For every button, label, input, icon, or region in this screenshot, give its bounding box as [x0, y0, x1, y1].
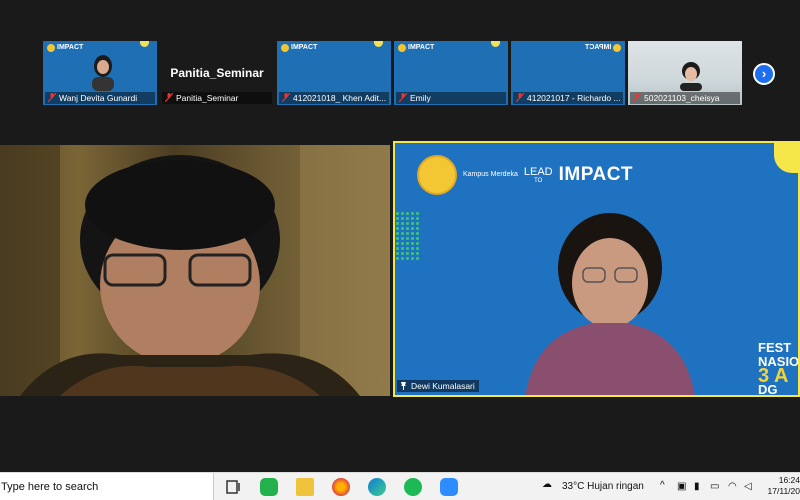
microphone-icon[interactable]: ▮ — [694, 481, 700, 492]
next-page-chevron-icon[interactable]: › — [753, 63, 775, 85]
university-logo-icon — [613, 44, 621, 52]
muted-mic-icon — [399, 93, 407, 102]
decoration — [374, 41, 383, 47]
weather-icon[interactable]: ☁ — [542, 479, 552, 490]
participant-silhouette — [680, 62, 702, 91]
clock-time: 16:24 — [778, 475, 800, 485]
impact-text: IMPACT — [558, 164, 634, 185]
participant-tile[interactable]: 502021103_cheisya — [628, 41, 742, 105]
participant-tile[interactable]: Panitia_Seminar Panitia_Seminar — [160, 41, 274, 105]
participant-tile[interactable]: IMPACT Emily — [394, 41, 508, 105]
decoration — [140, 41, 149, 47]
clock-date: 17/11/20 — [767, 486, 800, 496]
participant-name: 412021017 - Richardo ... — [513, 92, 623, 104]
kampus-merdeka-text: Kampus Merdeka — [463, 171, 518, 178]
file-explorer-icon[interactable] — [296, 478, 314, 496]
participant-name-text: 502021103_cheisya — [644, 93, 720, 103]
speaker-name-text: Dewi Kumalasari — [411, 381, 475, 391]
participant-name-text: 412021018_ Khen Adit... — [293, 93, 387, 103]
firefox-icon[interactable] — [332, 478, 350, 496]
participant-tile[interactable]: IMPACT 412021017 - Richardo ... — [511, 41, 625, 105]
battery-icon[interactable]: ▭ — [710, 481, 719, 492]
muted-mic-icon — [282, 93, 290, 102]
lead-to-text: LEAD TO — [524, 166, 553, 184]
muted-mic-icon — [165, 93, 173, 102]
participant-video-figure — [0, 145, 390, 396]
taskbar-clock[interactable]: 16:24 17/11/20 — [760, 475, 800, 497]
participant-name-text: Wanj Devita Gunardi — [59, 93, 138, 103]
university-crest-icon — [417, 155, 457, 195]
muted-mic-icon — [48, 93, 56, 102]
decoration — [774, 143, 798, 173]
slide-brand-text: IMPACT — [291, 44, 318, 51]
zoom-meeting-window: IMPACT Wanj Devita Gunardi Panitia_Semin… — [0, 0, 800, 500]
participant-tile[interactable]: IMPACT Wanj Devita Gunardi — [43, 41, 157, 105]
participant-name-text: Emily — [410, 93, 431, 103]
line-app-icon[interactable] — [260, 478, 278, 496]
windows-taskbar: Type here to search ☁ 33°C Hujan ringan … — [0, 472, 800, 500]
participant-name: Wanj Devita Gunardi — [45, 92, 155, 104]
lead-text: LEAD — [523, 166, 553, 178]
taskbar-search-box[interactable]: Type here to search — [0, 473, 214, 500]
university-logo-icon — [398, 44, 406, 52]
active-speaker-tile[interactable]: Kampus Merdeka LEAD TO IMPACT FEST NASIO… — [393, 141, 800, 397]
tray-app-icon[interactable]: ▣ — [677, 481, 686, 492]
participant-name: 412021018_ Khen Adit... — [279, 92, 389, 104]
weather-text[interactable]: 33°C Hujan ringan — [562, 481, 644, 492]
volume-icon[interactable]: ◁ — [744, 481, 752, 492]
speaker-name-tag: Dewi Kumalasari — [397, 380, 479, 392]
participant-name-text: 412021017 - Richardo ... — [527, 93, 621, 103]
festival-text: FEST NASIO 3 A DG — [758, 340, 798, 396]
wifi-icon[interactable]: ◠ — [728, 481, 737, 492]
muted-mic-icon — [516, 93, 524, 102]
edge-icon[interactable] — [368, 478, 386, 496]
participant-display-name: Panitia_Seminar — [170, 66, 264, 80]
to-text: TO — [534, 178, 543, 184]
slide-brand: Kampus Merdeka LEAD TO IMPACT — [417, 155, 633, 195]
participant-name: 502021103_cheisya — [630, 92, 740, 104]
slide-brand-text-mirrored: IMPACT — [584, 44, 611, 51]
festival-line-1: FEST — [758, 340, 792, 355]
festival-number: 3 A — [758, 365, 789, 387]
slide-brand-text: IMPACT — [408, 44, 435, 51]
muted-mic-icon — [633, 93, 641, 102]
kampus-merdeka-logo: Kampus Merdeka — [463, 171, 518, 179]
spotify-icon[interactable] — [404, 478, 422, 496]
university-logo-icon — [47, 44, 55, 52]
participant-name-text: Panitia_Seminar — [176, 93, 239, 103]
participant-tile[interactable]: IMPACT 412021018_ Khen Adit... — [277, 41, 391, 105]
zoom-icon[interactable] — [440, 478, 458, 496]
slide-brand-text: IMPACT — [57, 44, 84, 51]
participant-name: Panitia_Seminar — [162, 92, 272, 104]
task-view-icon[interactable] — [224, 478, 242, 496]
university-logo-icon — [281, 44, 289, 52]
decoration — [395, 211, 419, 261]
pin-icon — [401, 382, 406, 390]
decoration — [491, 41, 500, 47]
main-video-tile[interactable] — [0, 145, 390, 396]
speaker-video-figure — [525, 213, 695, 395]
chevron-up-icon[interactable]: ^ — [660, 480, 665, 491]
participant-silhouette — [92, 55, 114, 91]
participant-name: Emily — [396, 92, 506, 104]
